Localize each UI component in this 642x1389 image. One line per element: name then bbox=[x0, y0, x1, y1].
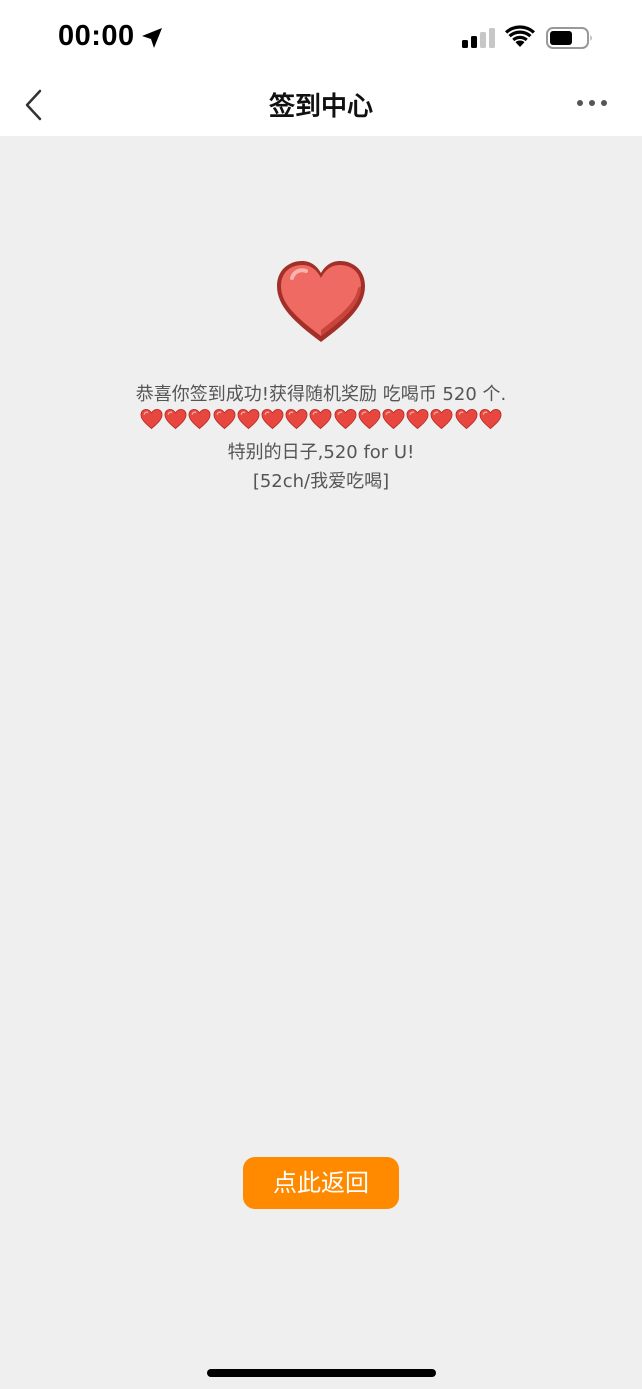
small-heart-icon bbox=[237, 409, 260, 430]
wifi-icon bbox=[505, 25, 535, 47]
small-heart-icon bbox=[285, 409, 308, 430]
small-heart-icon bbox=[140, 409, 163, 430]
status-bar: 00:00 bbox=[0, 0, 642, 74]
signature-text: [52ch/我爱吃喝] bbox=[252, 471, 390, 492]
hearts-row bbox=[140, 408, 502, 432]
small-heart-icon bbox=[334, 409, 357, 430]
special-day-message: 特别的日子,520 for U! bbox=[227, 442, 415, 463]
small-heart-icon bbox=[382, 409, 405, 430]
small-heart-icon bbox=[406, 409, 429, 430]
small-heart-icon bbox=[455, 409, 478, 430]
battery-icon bbox=[546, 27, 592, 49]
return-button[interactable]: 点此返回 bbox=[243, 1157, 399, 1209]
reward-message: 恭喜你签到成功!获得随机奖励 吃喝币 520 个. bbox=[135, 384, 507, 405]
nav-bar: 签到中心 bbox=[0, 74, 642, 136]
small-heart-icon bbox=[213, 409, 236, 430]
cellular-signal-icon bbox=[462, 28, 495, 48]
small-heart-icon bbox=[358, 409, 381, 430]
small-heart-icon bbox=[431, 409, 453, 430]
home-indicator[interactable] bbox=[207, 1369, 436, 1377]
small-heart-icon bbox=[261, 409, 284, 430]
small-heart-icon bbox=[164, 409, 187, 430]
small-heart-icon bbox=[188, 409, 211, 430]
page-title: 签到中心 bbox=[268, 92, 373, 122]
more-dots-icon[interactable] bbox=[576, 96, 608, 110]
small-heart-icon bbox=[479, 409, 502, 430]
location-arrow-icon bbox=[142, 28, 162, 48]
status-time: 00:00 bbox=[58, 20, 135, 52]
heart-icon bbox=[277, 261, 365, 342]
small-heart-icon bbox=[309, 409, 332, 430]
